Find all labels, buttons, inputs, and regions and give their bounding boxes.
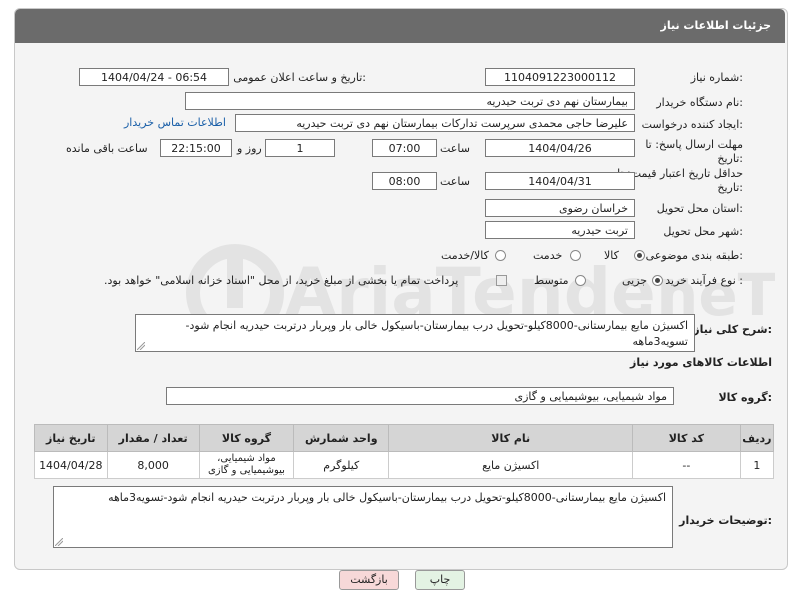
category-label: طبقه بندی موضوعی: [645,249,743,262]
province-label: استان محل تحویل: [656,202,743,215]
buyer-notes-textarea[interactable]: اکسیژن مایع بیمارستانی-8000کیلو-تحویل در… [53,486,673,548]
process-option-medium: متوسط [534,274,569,287]
col-code: کد کالا [632,424,741,452]
category-option-goods-service: کالا/خدمت [441,249,489,262]
col-quantity: تعداد / مقدار [106,424,200,452]
province-field: خراسان رضوی [485,199,635,217]
validity-date-field: 1404/04/31 [485,172,635,190]
treasury-payment-checkbox[interactable] [496,275,507,286]
validity-time-field: 08:00 [372,172,437,190]
resize-grip-icon[interactable] [137,342,145,350]
process-radio-minor[interactable] [652,275,663,286]
panel-header: جزئیات اطلاعات نیاز [15,9,785,43]
cell-group: مواد شیمیایی، بیوشیمیایی و گازی [198,451,295,479]
process-label: نوع فرآیند خرید : [665,274,743,287]
city-label: شهر محل تحویل: [663,225,743,238]
goods-table-header: تاریخ نیاز تعداد / مقدار گروه کالا واحد … [34,424,775,452]
goods-group-label: گروه کالا: [718,391,772,404]
panel-title: جزئیات اطلاعات نیاز [660,19,772,32]
buyer-org-field: بیمارستان نهم دی تربت حیدریه [185,92,635,110]
days-label: روز و [237,142,262,155]
print-button[interactable]: چاپ [415,570,465,590]
days-field: 1 [265,139,335,157]
buyer-org-label: نام دستگاه خریدار: [656,96,743,109]
back-button[interactable]: بازگشت [339,570,399,590]
description-text: اکسیژن مایع بیمارستانی-8000کیلو-تحویل در… [185,319,688,348]
cell-quantity: 8,000 [106,451,200,479]
buyer-notes-text: اکسیژن مایع بیمارستانی-8000کیلو-تحویل در… [108,491,666,504]
category-radio-goods-service[interactable] [495,250,506,261]
col-unit: واحد شمارش [293,424,390,452]
remaining-time-field: 22:15:00 [160,139,232,157]
col-need-date: تاریخ نیاز [34,424,108,452]
resize-grip-icon[interactable] [55,538,63,546]
announce-label: تاریخ و ساعت اعلان عمومی: [233,71,366,84]
cell-need-date: 1404/04/28 [34,451,108,479]
process-option-minor: جزیی [622,274,648,287]
buyer-contact-link[interactable]: اطلاعات تماس خریدار [124,116,226,129]
requester-label: ایجاد کننده درخواست: [641,118,743,131]
remaining-label: ساعت باقی مانده [66,142,148,155]
validity-time-label: ساعت [440,175,470,188]
goods-table: تاریخ نیاز تعداد / مقدار گروه کالا واحد … [34,424,775,479]
col-name: نام کالا [388,424,633,452]
need-number-label: شماره نیاز: [690,71,743,84]
need-number-field: 1104091223000112 [485,68,635,86]
col-group: گروه کالا [198,424,295,452]
reply-deadline-label: مهلت ارسال پاسخ: تا تاریخ: [645,138,743,165]
reply-time-field: 07:00 [372,139,437,157]
category-radio-service[interactable] [570,250,581,261]
col-row: ردیف [739,424,775,452]
cell-code: -- [632,451,741,479]
description-label: شرح کلی نیاز: [693,323,772,336]
description-textarea[interactable]: اکسیژن مایع بیمارستانی-8000کیلو-تحویل در… [135,314,695,352]
announce-datetime-field: 1404/04/24 - 06:54 [79,68,229,86]
category-option-goods: کالا [604,249,619,262]
category-option-service: خدمت [533,249,563,262]
reply-time-label: ساعت [440,142,470,155]
reply-date-field: 1404/04/26 [485,139,635,157]
process-radio-medium[interactable] [575,275,586,286]
requester-field: علیرضا حاجی محمدی سرپرست تدارکات بیمارست… [235,114,635,132]
city-field: تربت حیدریه [485,221,635,239]
cell-unit: کیلوگرم [293,451,390,479]
goods-group-field: مواد شیمیایی، بیوشیمیایی و گازی [166,387,674,405]
goods-section-title: اطلاعات کالاهای مورد نیاز [630,356,772,369]
cell-row-number: 1 [739,451,775,479]
treasury-payment-note: پرداخت تمام یا بخشی از مبلغ خرید، از محل… [104,274,459,287]
buyer-notes-label: توضیحات خریدار: [679,514,772,527]
cell-name: اکسیژن مایع [388,451,633,479]
category-radio-goods[interactable] [634,250,645,261]
table-row: 1404/04/28 8,000 مواد شیمیایی، بیوشیمیای… [34,451,775,479]
